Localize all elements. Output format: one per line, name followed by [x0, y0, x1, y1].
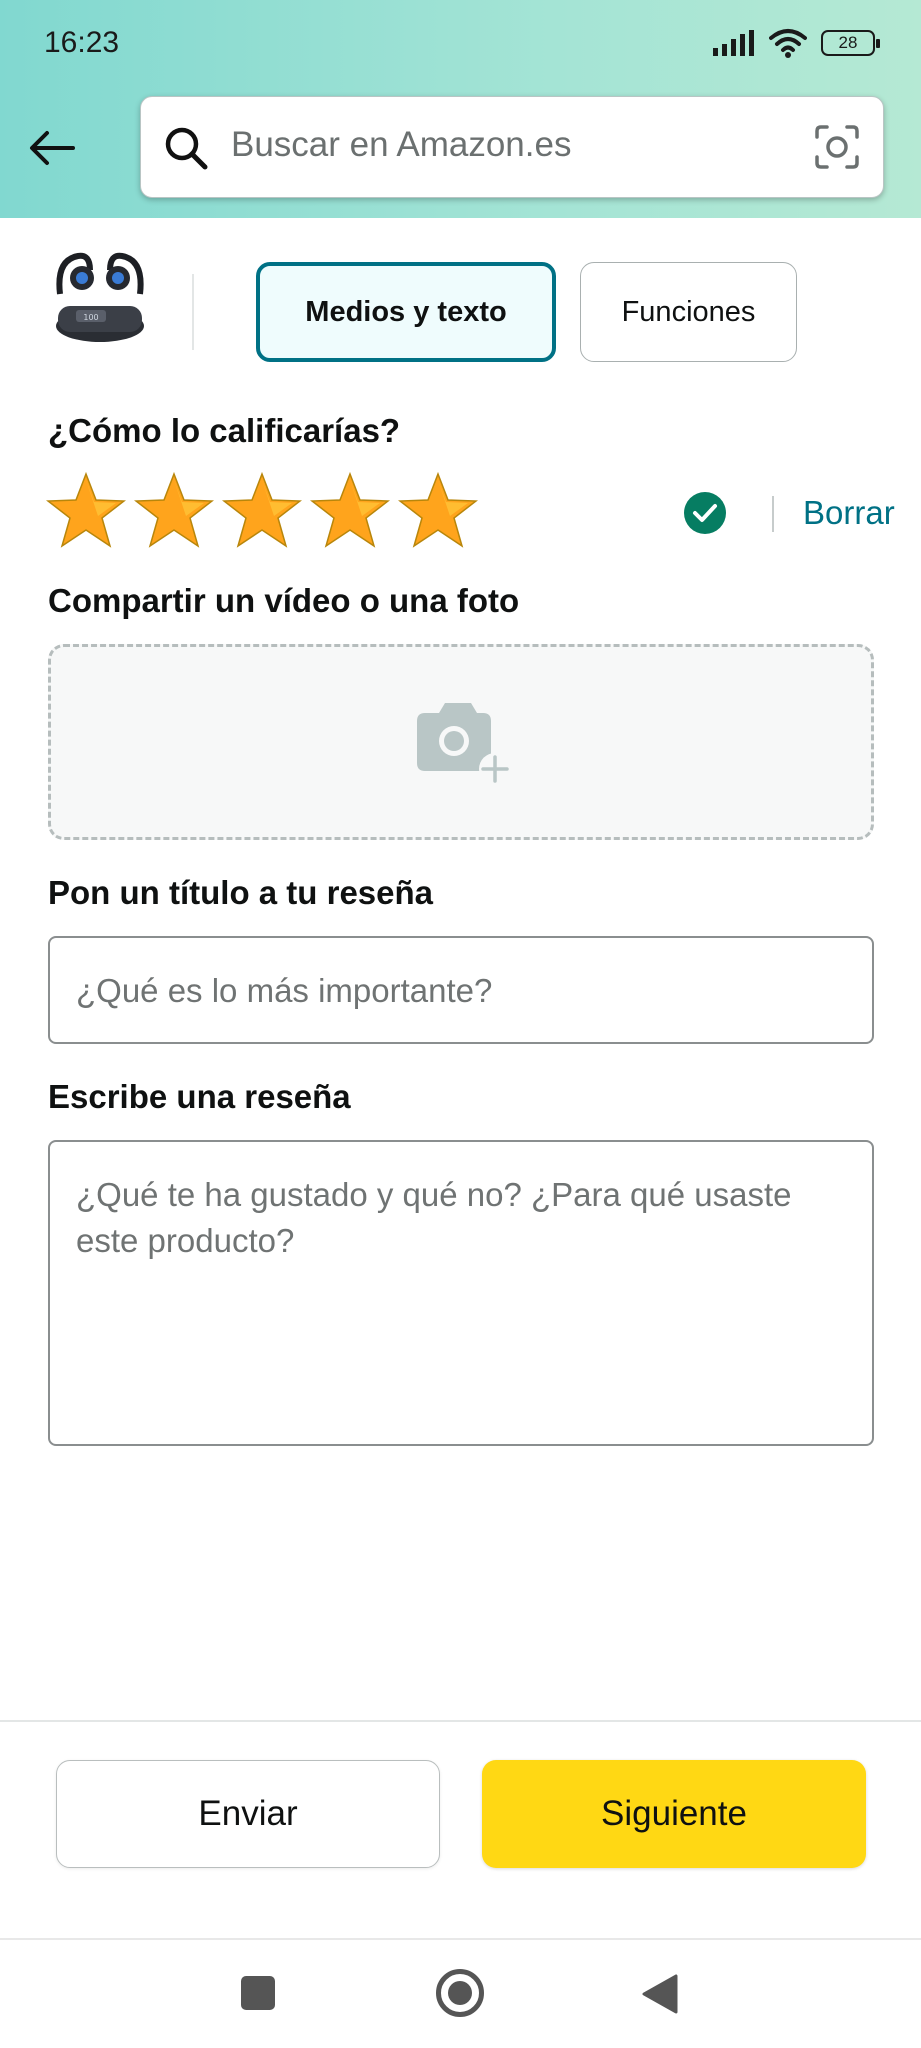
home-icon[interactable] — [436, 1969, 484, 2017]
svg-text:100: 100 — [83, 313, 98, 322]
product-thumbnail: 100 — [56, 252, 144, 342]
review-title-field[interactable]: ¿Qué es lo más importante? — [48, 936, 874, 1044]
tab-media-text[interactable]: Medios y texto — [256, 262, 556, 362]
review-text-field[interactable]: ¿Qué te ha gustado y qué no? ¿Para qué u… — [48, 1140, 874, 1446]
back-button[interactable] — [24, 120, 80, 176]
title-label: Pon un título a tu reseña — [48, 874, 434, 911]
search-input[interactable]: Buscar en Amazon.es — [140, 96, 884, 198]
arrow-left-icon — [30, 131, 75, 165]
next-button[interactable]: Siguiente — [482, 1760, 866, 1868]
separator — [772, 496, 774, 532]
camera-search-icon[interactable] — [813, 123, 861, 171]
search-icon — [165, 127, 208, 170]
divider — [0, 1720, 921, 1722]
battery-level: 28 — [838, 33, 858, 52]
send-button[interactable]: Enviar — [56, 1760, 440, 1868]
review-label: Escribe una reseña — [48, 1078, 351, 1115]
media-label: Compartir un vídeo o una foto — [48, 582, 520, 619]
star-icon-3[interactable] — [222, 470, 302, 550]
star-icon-2[interactable] — [134, 470, 214, 550]
rating-question: ¿Cómo lo calificarías? — [48, 412, 401, 449]
star-icon-1[interactable] — [46, 470, 126, 550]
star-icon-4[interactable] — [310, 470, 390, 550]
star-icon-5[interactable] — [398, 470, 478, 550]
system-nav-bar — [0, 1940, 921, 2048]
media-upload-area[interactable] — [48, 644, 874, 840]
tab-features[interactable]: Funciones — [580, 262, 797, 362]
title-placeholder: ¿Qué es lo más importante? — [76, 972, 493, 1009]
app-header: 16:23 28 Buscar en Amazon.es — [0, 0, 921, 218]
back-triangle-icon[interactable] — [642, 1974, 678, 2014]
camera-add-icon — [417, 703, 511, 785]
star-rating[interactable] — [46, 470, 478, 550]
status-icons: 28 — [713, 28, 880, 58]
clear-rating-link[interactable]: Borrar — [803, 494, 895, 532]
check-icon — [684, 492, 726, 534]
review-placeholder: ¿Qué te ha gustado y qué no? ¿Para qué u… — [76, 1176, 792, 1259]
search-placeholder: Buscar en Amazon.es — [231, 125, 572, 164]
signal-icon — [713, 30, 754, 56]
wifi-icon — [769, 29, 807, 58]
status-time: 16:23 — [44, 26, 120, 59]
battery-icon: 28 — [821, 30, 880, 56]
recents-icon[interactable] — [241, 1976, 275, 2010]
vertical-divider — [192, 274, 194, 350]
